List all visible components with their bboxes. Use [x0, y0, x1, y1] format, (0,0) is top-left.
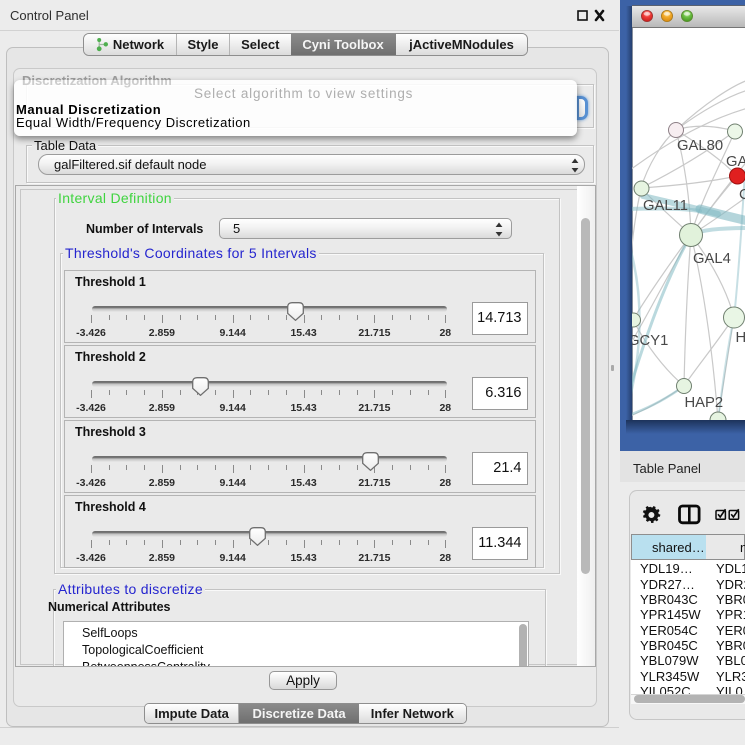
svg-text:GAL11: GAL11 — [643, 198, 688, 214]
svg-text:HAP2: HAP2 — [685, 395, 724, 411]
svg-text:CY: CY — [739, 187, 745, 203]
svg-text:GAL80: GAL80 — [677, 138, 723, 154]
svg-text:GA: GA — [726, 154, 745, 170]
svg-text:GAL4: GAL4 — [693, 251, 731, 267]
svg-text:HA: HA — [736, 330, 745, 346]
svg-text:GCY1: GCY1 — [632, 333, 668, 349]
